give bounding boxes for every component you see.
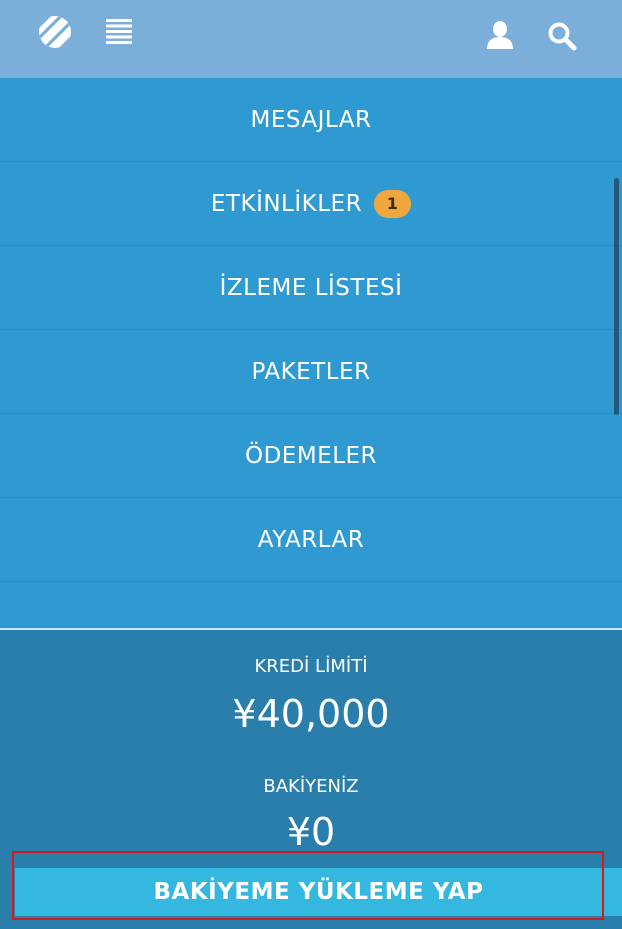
user-icon[interactable] bbox=[484, 19, 516, 51]
menu-item-settings[interactable]: AYARLAR bbox=[0, 498, 622, 582]
top-up-balance-button[interactable]: BAKİYEME YÜKLEME YAP bbox=[15, 868, 622, 916]
globe-logo-icon[interactable] bbox=[38, 15, 72, 49]
menu-item-activities[interactable]: ETKİNLİKLER 1 bbox=[0, 162, 622, 246]
menu-item-label: PAKETLER bbox=[251, 358, 371, 385]
side-menu: MESAJLAR ETKİNLİKLER 1 İZLEME LİSTESİ PA… bbox=[0, 78, 622, 628]
menu-scrollbar[interactable] bbox=[614, 178, 619, 415]
menu-item-label: AYARLAR bbox=[257, 526, 365, 553]
menu-item-label: MESAJLAR bbox=[250, 106, 372, 133]
balance-label: BAKİYENİZ bbox=[263, 776, 359, 797]
app-root: MESAJLAR ETKİNLİKLER 1 İZLEME LİSTESİ PA… bbox=[0, 0, 622, 929]
menu-item-label: ETKİNLİKLER bbox=[210, 190, 363, 217]
menu-item-label: İZLEME LİSTESİ bbox=[219, 274, 403, 301]
menu-item-packages[interactable]: PAKETLER bbox=[0, 330, 622, 414]
list-icon[interactable] bbox=[105, 17, 133, 45]
search-icon[interactable] bbox=[546, 20, 578, 52]
menu-item-messages[interactable]: MESAJLAR bbox=[0, 78, 622, 162]
balance-value: ¥0 bbox=[286, 810, 336, 854]
credit-limit-value: ¥40,000 bbox=[232, 692, 390, 736]
menu-item-label: ÖDEMELER bbox=[244, 442, 378, 469]
notification-badge: 1 bbox=[374, 189, 412, 218]
top-bar bbox=[0, 0, 622, 78]
menu-item-payments[interactable]: ÖDEMELER bbox=[0, 414, 622, 498]
menu-item-watchlist[interactable]: İZLEME LİSTESİ bbox=[0, 246, 622, 330]
credit-limit-label: KREDİ LİMİTİ bbox=[254, 656, 368, 677]
